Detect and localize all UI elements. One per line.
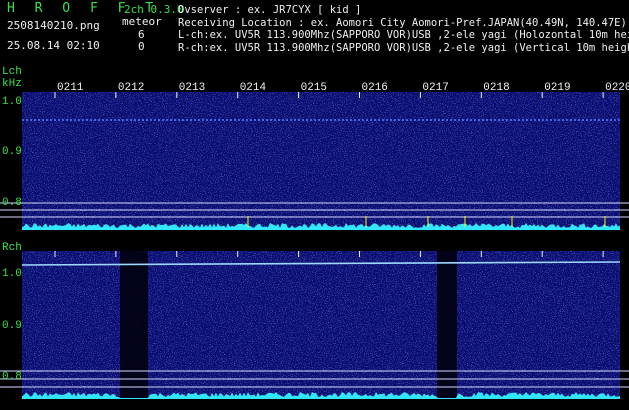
time-label-0217: 0217 — [422, 82, 448, 94]
rch-gap-2 — [437, 251, 457, 399]
time-label-0218: 0218 — [483, 82, 509, 94]
lch-label: Lch — [2, 66, 22, 78]
time-label-0213: 0213 — [179, 82, 205, 94]
unit-label: kHz — [2, 78, 22, 90]
rch-label: Rch — [2, 242, 22, 254]
time-label-0212: 0212 — [118, 82, 144, 94]
lch-tick-0.8: 0.8 — [2, 197, 22, 209]
lch-tick-1.0: 1.0 — [2, 96, 22, 108]
lch-tick-0.9: 0.9 — [2, 146, 22, 158]
rch-panel — [0, 251, 629, 399]
time-label-0220: 0220 — [605, 82, 629, 94]
spectrogram-canvas: Lch kHz 1.0 0.9 0.8 Rch 1.0 0.9 0.8 0211… — [0, 66, 629, 399]
lch-panel — [0, 92, 629, 230]
time-label-0215: 0215 — [301, 82, 327, 94]
time-label-0219: 0219 — [544, 82, 570, 94]
time-label-0211: 0211 — [57, 82, 84, 94]
time-label-0214: 0214 — [240, 82, 267, 94]
rch-gap-1 — [120, 251, 148, 399]
rch-noise — [22, 251, 620, 399]
lch-noise — [22, 92, 620, 230]
rch-tick-0.9: 0.9 — [2, 320, 22, 332]
rch-tick-1.0: 1.0 — [2, 268, 22, 280]
rch-tick-0.8: 0.8 — [2, 371, 22, 383]
time-label-0216: 0216 — [362, 82, 388, 94]
